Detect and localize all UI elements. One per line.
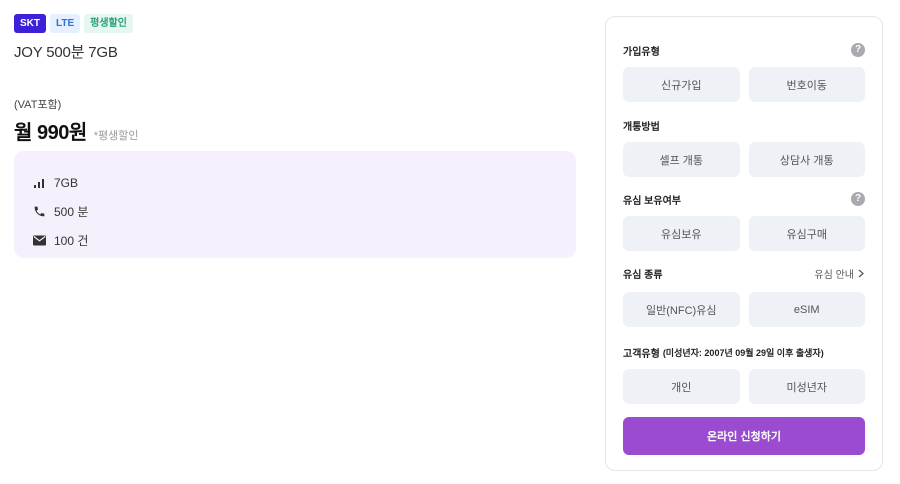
customer-type-note: (미성년자: 2007년 09월 29일 이후 출생자): [662, 347, 824, 358]
option-nfc-sim[interactable]: 일반(NFC)유심: [623, 292, 740, 327]
option-minor[interactable]: 미성년자: [748, 369, 865, 404]
chevron-right-icon: [858, 269, 864, 277]
option-individual[interactable]: 개인: [623, 369, 740, 404]
network-badge: LTE: [50, 14, 81, 33]
join-type-title: 가입유형: [623, 46, 660, 58]
spec-data: 7GB: [32, 168, 558, 197]
application-panel: 가입유형 ? 신규가입 번호이동 개통방법 셀프 개통 상담사 개통 유심 보유…: [605, 16, 883, 471]
vat-label: (VAT포함): [14, 99, 62, 111]
sim-guide-label: 유심 안내: [814, 269, 854, 281]
customer-type-title: 고객유형: [623, 348, 660, 360]
activation-section: 개통방법 셀프 개통 상담사 개통: [623, 118, 865, 177]
phone-icon: [32, 205, 46, 219]
discount-badge: 평생할인: [84, 14, 133, 33]
option-agent-activation[interactable]: 상담사 개통: [748, 142, 865, 177]
spec-box: 7GB 500 분 100 건: [14, 151, 576, 258]
spec-data-value: 7GB: [54, 175, 79, 190]
plan-name: JOY 500분 7GB: [14, 44, 118, 61]
sim-owned-section: 유심 보유여부 ? 유심보유 유심구매: [623, 192, 865, 251]
plan-summary: SKT LTE 평생할인 JOY 500분 7GB (VAT포함) 월 990원…: [14, 14, 576, 258]
carrier-badge: SKT: [14, 14, 46, 33]
question-circle-icon[interactable]: ?: [851, 192, 865, 206]
option-number-port[interactable]: 번호이동: [748, 67, 865, 102]
option-sim-purchase[interactable]: 유심구매: [748, 216, 865, 251]
spec-sms: 100 건: [32, 226, 558, 255]
spec-sms-value: 100 건: [54, 234, 89, 248]
apply-online-button[interactable]: 온라인 신청하기: [623, 417, 865, 455]
option-sim-owned[interactable]: 유심보유: [623, 216, 740, 251]
activation-title: 개통방법: [623, 121, 660, 133]
option-esim[interactable]: eSIM: [748, 292, 865, 327]
price-note: *평생할인: [93, 130, 139, 142]
sim-guide-link[interactable]: 유심 안내: [814, 266, 865, 281]
signal-bars-icon: [32, 176, 46, 190]
sim-owned-title: 유심 보유여부: [623, 195, 681, 207]
sim-kind-section: 유심 종류 유심 안내 일반(NFC)유심 eSIM: [623, 266, 865, 327]
spec-voice: 500 분: [32, 197, 558, 226]
join-type-section: 가입유형 ? 신규가입 번호이동: [623, 43, 865, 102]
option-self-activation[interactable]: 셀프 개통: [623, 142, 740, 177]
sim-kind-title: 유심 종류: [623, 269, 663, 281]
monthly-price: 월 990원: [14, 122, 87, 144]
envelope-icon: [32, 234, 46, 248]
badge-group: SKT LTE 평생할인: [14, 14, 576, 33]
option-new-signup[interactable]: 신규가입: [623, 67, 740, 102]
price-row: 월 990원 *평생할인: [14, 116, 576, 145]
spec-voice-value: 500 분: [54, 205, 89, 219]
question-circle-icon[interactable]: ?: [851, 43, 865, 57]
customer-type-section: 고객유형 (미성년자: 2007년 09월 29일 이후 출생자) 개인 미성년…: [623, 345, 865, 455]
